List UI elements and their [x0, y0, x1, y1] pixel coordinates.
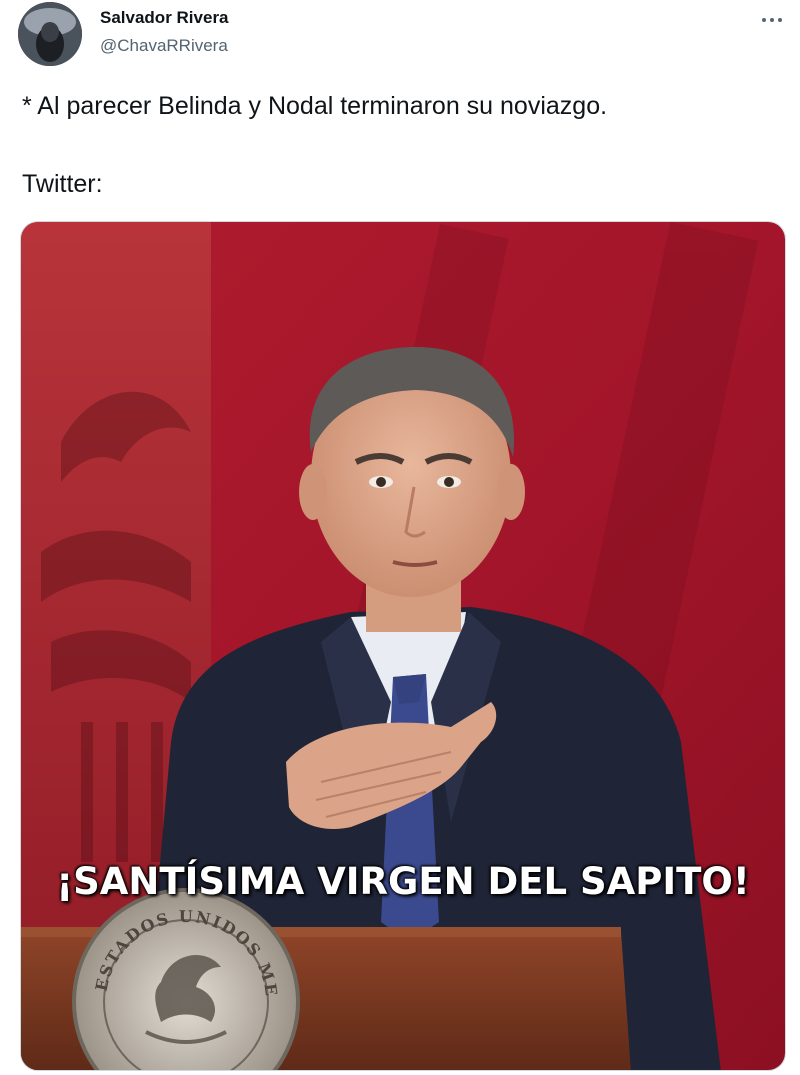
- tweet-header: Salvador Rivera @ChavaRRivera: [0, 0, 800, 80]
- tweet-text-line: * Al parecer Belinda y Nodal terminaron …: [22, 92, 608, 120]
- tweet-card: Salvador Rivera @ChavaRRivera * Al parec…: [0, 0, 800, 1075]
- more-options-icon[interactable]: [758, 4, 786, 28]
- tweet-text-line: Twitter:: [22, 170, 103, 198]
- meme-photo: ESTADOS UNIDOS MEXICANOS: [21, 222, 785, 1070]
- author-display-name[interactable]: Salvador Rivera: [100, 8, 229, 28]
- meme-caption: ¡SANTÍSIMA VIRGEN DEL SAPITO!: [56, 860, 750, 903]
- author-avatar[interactable]: [18, 2, 82, 66]
- author-handle[interactable]: @ChavaRRivera: [100, 36, 228, 56]
- tweet-media-image[interactable]: ESTADOS UNIDOS MEXICANOS ¡SANTÍSIMA VIRG…: [20, 221, 786, 1071]
